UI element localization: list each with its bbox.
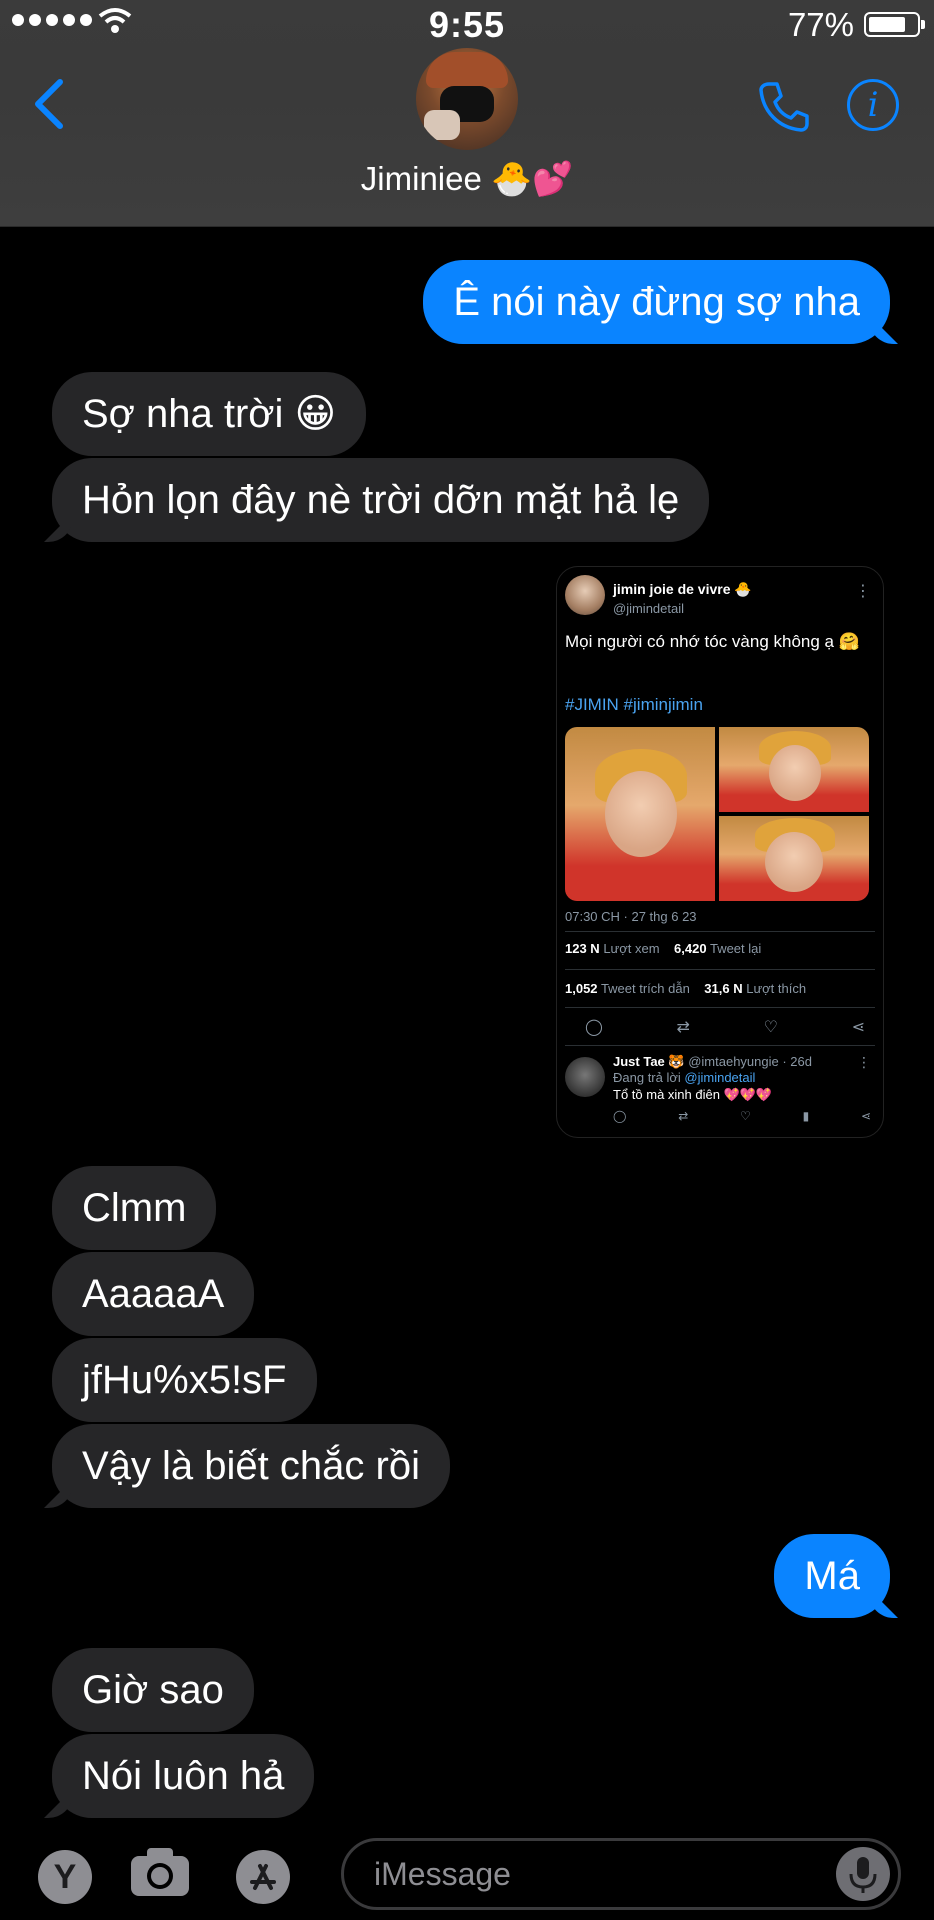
share-icon: ⋖ <box>860 1109 871 1123</box>
message-bubble-incoming[interactable]: Giờ sao <box>52 1648 254 1732</box>
tweet-text: Mọi người có nhớ tóc vàng không ạ 🤗 <box>565 632 860 651</box>
views-icon: ▮ <box>802 1109 810 1123</box>
reply-author-avatar <box>565 1057 605 1097</box>
more-options-icon: ⋮ <box>855 583 871 600</box>
tweet-photo <box>719 727 869 812</box>
retweet-icon: ⇄ <box>678 1109 689 1123</box>
phone-icon[interactable] <box>755 78 811 134</box>
message-bubble-outgoing[interactable]: Má <box>774 1534 890 1618</box>
reply-replying-to: Đang trả lời @jimindetail <box>613 1070 756 1085</box>
tweet-author-name: jimin joie de vivre 🐣 <box>613 581 752 597</box>
app-store-icon[interactable] <box>236 1850 290 1904</box>
message-bubble-incoming[interactable]: Hỏn lọn đây nè trời dỡn mặt hả lẹ <box>52 458 710 542</box>
contact-avatar[interactable] <box>416 48 518 150</box>
reply-action-bar: ◯ ⇄ ♡ ▮ ⋖ <box>613 1109 871 1123</box>
battery-icon <box>864 12 925 37</box>
message-bubble-incoming[interactable]: AaaaaA <box>52 1252 255 1336</box>
reply-author: Just Tae 🐯 @imtaehyungie · 26d <box>613 1054 812 1069</box>
message-bubble-incoming[interactable]: Clmm <box>52 1166 217 1250</box>
reply-icon: ◯ <box>585 1019 603 1036</box>
tweet-photo <box>565 727 715 901</box>
message-bubble-incoming[interactable]: Sợ nha trời 😀 <box>52 372 367 456</box>
retweet-icon: ⇄ <box>676 1019 690 1036</box>
tweet-photo-grid <box>565 727 869 901</box>
info-icon[interactable]: i <box>847 79 899 131</box>
tweet-hashtags: #JIMIN #jiminjimin <box>565 695 703 714</box>
microphone-icon[interactable] <box>836 1847 890 1901</box>
like-icon: ♡ <box>763 1019 778 1036</box>
battery-percentage: 77% <box>787 6 854 43</box>
more-options-icon: ⋮ <box>857 1054 871 1070</box>
message-bubble-outgoing[interactable]: Ê nói này đừng sợ nha <box>423 260 890 344</box>
message-bubble-incoming[interactable]: jfHu%x5!sF <box>52 1338 317 1422</box>
tweet-action-bar: ◯ ⇄ ♡ ⋖ <box>585 1017 865 1037</box>
imessage-text-field[interactable] <box>341 1838 901 1910</box>
reply-text: Tổ tồ mà xinh điên 💖💖💖 <box>613 1087 773 1102</box>
message-input[interactable] <box>374 1849 794 1899</box>
camera-icon[interactable] <box>129 1846 191 1898</box>
app-drawer-button[interactable]: Y <box>38 1850 92 1904</box>
message-bubble-incoming[interactable]: Nói luôn hả <box>52 1734 315 1818</box>
message-bubble-incoming[interactable]: Vậy là biết chắc rồi <box>52 1424 450 1508</box>
tweet-stats-quotes-likes: 1,052 Tweet trích dẫn 31,6 N Lượt thích <box>565 981 807 996</box>
tweet-screenshot-attachment[interactable]: jimin joie de vivre 🐣 @jimindetail ⋮ Mọi… <box>556 566 884 1138</box>
share-icon: ⋖ <box>851 1019 865 1036</box>
like-icon: ♡ <box>740 1109 751 1123</box>
tweet-author-avatar <box>565 575 605 615</box>
tweet-photo <box>719 816 869 901</box>
status-bar: 9:55 77% <box>0 0 934 52</box>
back-chevron-icon[interactable] <box>30 78 70 130</box>
tweet-author-handle: @jimindetail <box>613 601 684 616</box>
reply-icon: ◯ <box>613 1109 627 1123</box>
tweet-timestamp: 07:30 CH · 27 thg 6 23 <box>565 909 697 924</box>
tweet-stats-views-retweets: 123 N Lượt xem 6,420 Tweet lại <box>565 941 762 956</box>
contact-name[interactable]: Jiminiee 🐣💕 <box>0 160 934 199</box>
